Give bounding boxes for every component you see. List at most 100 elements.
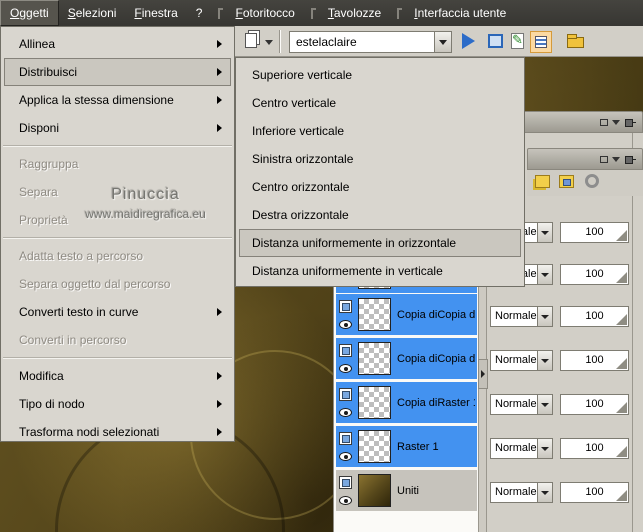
menubar-item-fotoritocco[interactable]: Fotoritocco — [226, 0, 303, 26]
menubar-item-help[interactable]: ? — [187, 0, 212, 26]
menubar-item-interfaccia-utente[interactable]: Interfaccia utente — [405, 0, 515, 26]
menu-item-separa-oggetto-dal-percorso[interactable]: Separa oggetto dal percorso — [4, 270, 231, 298]
layer-type-icon — [339, 300, 352, 313]
menubar-item-tavolozze[interactable]: Tavolozze — [319, 0, 390, 26]
combo-arrow-icon[interactable] — [537, 265, 552, 284]
blend-mode-combo[interactable]: Normale — [490, 482, 553, 503]
visibility-eye-icon[interactable] — [339, 320, 352, 329]
opacity-field[interactable]: 100 — [560, 306, 629, 327]
visibility-eye-icon[interactable] — [339, 408, 352, 417]
visibility-eye-icon[interactable] — [339, 452, 352, 461]
submenu-item-centro-orizzontale[interactable]: Centro orizzontale — [239, 173, 521, 201]
layer-name: Copia diCopia diCop... — [397, 309, 475, 321]
menubar-item-selezioni[interactable]: Selezioni — [59, 0, 126, 26]
blend-mode-combo[interactable]: Normale — [490, 350, 553, 371]
menu-item-converti-in-percorso[interactable]: Converti in percorso — [4, 326, 231, 354]
combo-arrow-icon[interactable] — [537, 439, 552, 458]
blend-mode-combo[interactable]: Normale — [490, 306, 553, 327]
app-window: Copia diCopia diCop... Copia diCopia diR… — [0, 0, 643, 532]
submenu-item-sinistra-orizzontale[interactable]: Sinistra orizzontale — [239, 145, 521, 173]
menu-item-tipo-di-nodo[interactable]: Tipo di nodo — [4, 390, 231, 418]
menu-separator — [3, 357, 232, 359]
oggetti-menu: Allinea Distribuisci Applica la stessa d… — [0, 26, 235, 442]
submenu-item-distanza-uniformemente-in-verticale[interactable]: Distanza uniformemente in verticale — [239, 257, 521, 285]
layer-row[interactable]: Raster 1 — [336, 426, 477, 467]
combo-arrow-icon[interactable] — [537, 307, 552, 326]
new-layer-icon[interactable] — [535, 175, 550, 188]
preset-dropdown-icon[interactable] — [265, 40, 273, 45]
submenu-arrow-icon — [217, 68, 222, 76]
menu-item-separa[interactable]: Separa — [4, 178, 231, 206]
layer-type-icon — [339, 432, 352, 445]
edit-preset-icon[interactable]: ✎ — [508, 31, 530, 53]
new-vector-layer-icon[interactable] — [559, 175, 574, 188]
layer-type-icon — [339, 344, 352, 357]
menu-separator — [3, 145, 232, 147]
layer-row[interactable]: Copia diRaster 1 — [336, 382, 477, 423]
opacity-field[interactable]: 100 — [560, 482, 629, 503]
menu-caret-icon[interactable] — [612, 119, 620, 125]
menu-item-modifica[interactable]: Modifica — [4, 362, 231, 390]
resource-list-icon[interactable] — [530, 31, 552, 53]
submenu-arrow-icon — [217, 124, 222, 132]
combo-arrow-icon[interactable] — [434, 32, 451, 52]
menu-item-applica-stessa-dimensione[interactable]: Applica la stessa dimensione — [4, 86, 231, 114]
opacity-field[interactable]: 100 — [560, 222, 629, 243]
submenu-item-distanza-uniformemente-in-orizzontale[interactable]: Distanza uniformemente in orizzontale — [239, 229, 521, 257]
combo-arrow-icon[interactable] — [537, 223, 552, 242]
layer-row[interactable]: Copia diCopia diCop... — [336, 294, 477, 335]
restore-icon[interactable] — [600, 155, 608, 163]
restore-icon[interactable] — [600, 118, 608, 126]
submenu-arrow-icon — [217, 308, 222, 316]
combo-arrow-icon[interactable] — [537, 351, 552, 370]
combo-arrow-icon[interactable] — [537, 395, 552, 414]
preset-combobox[interactable]: estelaclaire — [289, 31, 452, 53]
layer-thumbnail — [358, 342, 391, 375]
menubar-item-oggetti[interactable]: Oggetti — [0, 0, 59, 26]
opacity-field[interactable]: 100 — [560, 350, 629, 371]
combo-arrow-icon[interactable] — [537, 483, 552, 502]
opacity-field[interactable]: 100 — [560, 394, 629, 415]
submenu-arrow-icon — [217, 400, 222, 408]
menu-item-distribuisci[interactable]: Distribuisci — [4, 58, 231, 86]
blend-mode-combo[interactable]: Normale — [490, 394, 553, 415]
menubar: Oggetti Selezioni Finestra ? Fotoritocco… — [0, 0, 643, 26]
submenu-item-destra-orizzontale[interactable]: Destra orizzontale — [239, 201, 521, 229]
layer-row[interactable]: Uniti — [336, 470, 477, 511]
palette-titlebar[interactable] — [527, 148, 643, 170]
menu-item-proprieta[interactable]: Proprietà — [4, 206, 231, 234]
menu-item-converti-testo-in-curve[interactable]: Converti testo in curve — [4, 298, 231, 326]
preset-value: estelaclaire — [296, 35, 357, 49]
submenu-item-superiore-verticale[interactable]: Superiore verticale — [239, 61, 521, 89]
visibility-eye-icon[interactable] — [339, 364, 352, 373]
menu-item-raggruppa[interactable]: Raggruppa — [4, 150, 231, 178]
splitter-handle-icon[interactable] — [478, 359, 488, 389]
apply-icon[interactable] — [462, 33, 475, 49]
submenu-item-inferiore-verticale[interactable]: Inferiore verticale — [239, 117, 521, 145]
menubar-item-finestra[interactable]: Finestra — [125, 0, 186, 26]
layer-type-icon — [339, 388, 352, 401]
layer-name: Copia diCopia diRas... — [397, 353, 475, 365]
opacity-field[interactable]: 100 — [560, 264, 629, 285]
toolbar-grip-icon — [397, 8, 403, 19]
pin-icon[interactable] — [624, 116, 637, 128]
distribuisci-submenu: Superiore verticale Centro verticale Inf… — [235, 57, 525, 287]
layer-thumbnail — [358, 386, 391, 419]
layer-row[interactable]: Copia diCopia diRas... — [336, 338, 477, 379]
visibility-eye-icon[interactable] — [339, 496, 352, 505]
menu-item-trasforma-nodi-selezionati[interactable]: Trasforma nodi selezionati — [4, 418, 231, 446]
submenu-arrow-icon — [217, 372, 222, 380]
export-icon[interactable] — [565, 31, 587, 53]
submenu-item-centro-verticale[interactable]: Centro verticale — [239, 89, 521, 117]
menu-caret-icon[interactable] — [612, 156, 620, 162]
preview-icon[interactable] — [485, 31, 507, 53]
menu-item-adatta-testo-a-percorso[interactable]: Adatta testo a percorso — [4, 242, 231, 270]
menu-separator — [3, 237, 232, 239]
opacity-field[interactable]: 100 — [560, 438, 629, 459]
mask-ring-icon[interactable] — [585, 174, 599, 188]
copy-preset-icon[interactable] — [245, 33, 257, 48]
pin-icon[interactable] — [624, 153, 637, 165]
menu-item-allinea[interactable]: Allinea — [4, 30, 231, 58]
menu-item-disponi[interactable]: Disponi — [4, 114, 231, 142]
blend-mode-combo[interactable]: Normale — [490, 438, 553, 459]
